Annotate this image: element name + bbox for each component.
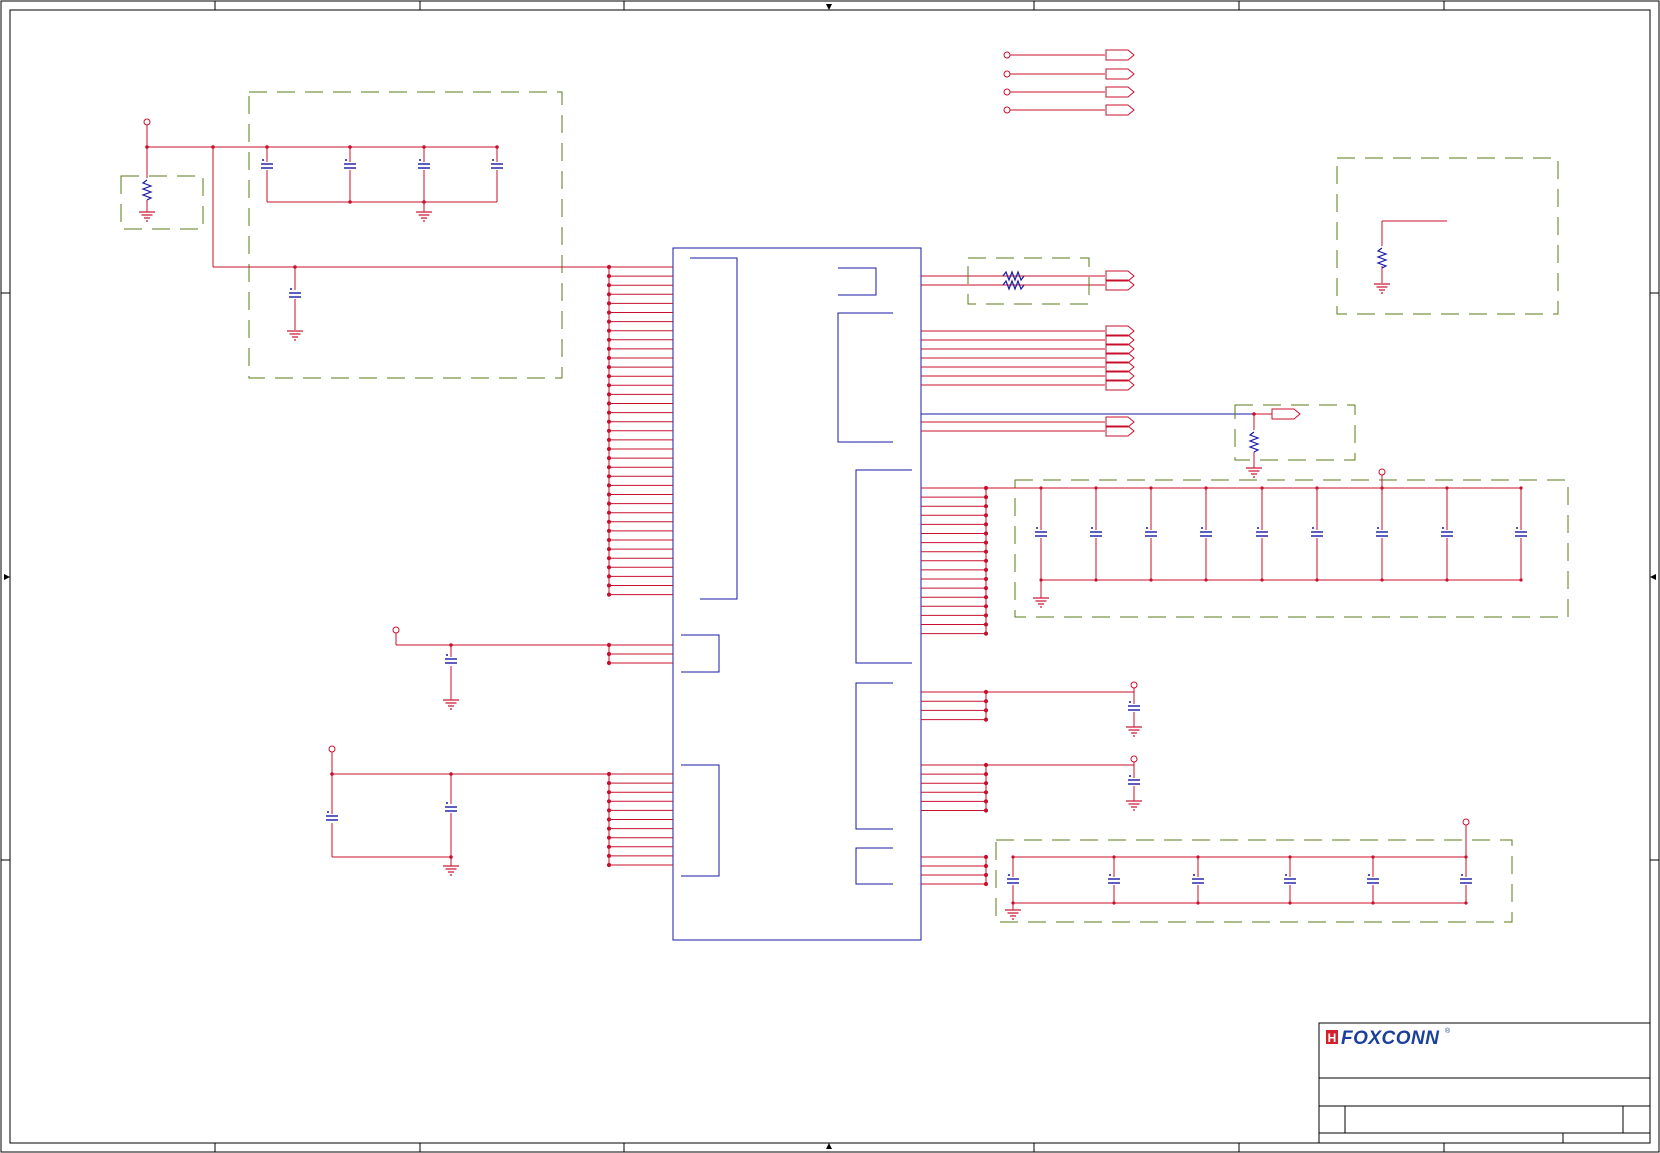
off-page-connectors-right [1105, 270, 1135, 437]
foxconn-logo: H FOXCONN ® [1326, 1027, 1451, 1049]
right-pin-bus-vcc-b [921, 762, 1134, 813]
left-pin-bus-lower [606, 771, 673, 868]
divider-group [1245, 408, 1301, 478]
series-resistor-pair [1002, 270, 1025, 291]
logo-mark: H [1328, 1031, 1337, 1045]
mid-left-components [325, 643, 460, 876]
right-vcc-caps [1125, 681, 1143, 811]
bottom-cap-bank-ground-icon [1004, 909, 1022, 920]
sheet-border [0, 0, 1660, 1153]
right-cap-bank-top [986, 468, 1521, 598]
top-right-pulldown [1373, 220, 1447, 294]
center-marker-arrows [4, 4, 1656, 1149]
right-pin-bus-power [921, 485, 989, 636]
left-pin-bus-upper [606, 264, 673, 597]
top-test-point-nets [1003, 49, 1135, 116]
right-signal-nets [921, 275, 1105, 432]
right-pin-bus-vcc-a [921, 689, 1134, 722]
top-left-components [138, 145, 504, 341]
logo-text: FOXCONN [1341, 1028, 1440, 1049]
group-boxes [120, 91, 1569, 923]
mid-left-decoupling [328, 626, 609, 866]
cap-bank-capacitors [1034, 486, 1528, 582]
registered-mark: ® [1445, 1027, 1451, 1035]
schematic-sheet: H FOXCONN ® [0, 0, 1660, 1153]
bottom-cap-bank-capacitors [1006, 855, 1473, 905]
left-pin-bus-middle [606, 642, 673, 666]
bottom-cap-bank [1012, 818, 1470, 910]
main-ic [672, 247, 922, 941]
cap-bank-ground-icon [1032, 597, 1050, 608]
top-left-decoupling [143, 118, 673, 330]
right-pin-bus-bottom [921, 854, 989, 887]
